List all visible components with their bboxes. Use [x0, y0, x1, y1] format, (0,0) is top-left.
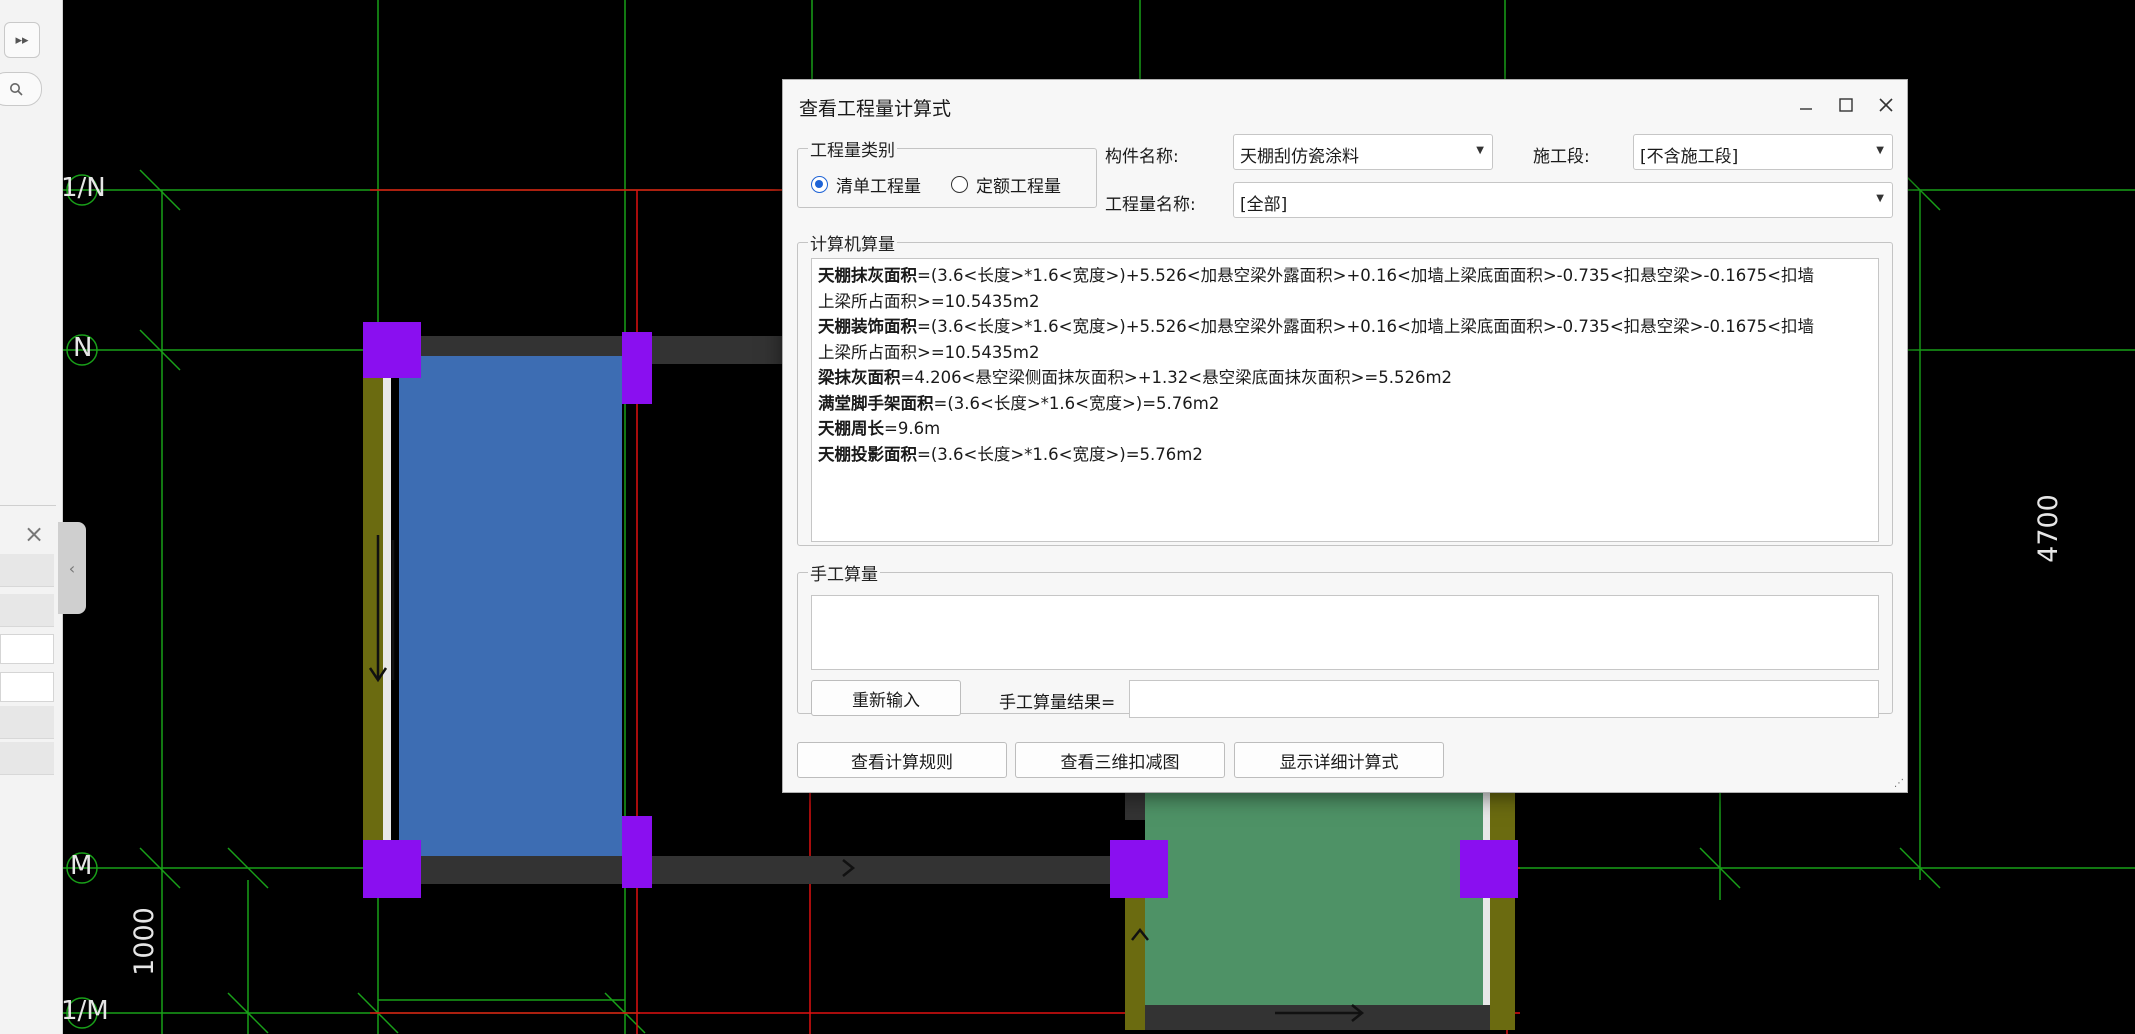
calc-line-name: 天棚周长 — [818, 419, 884, 438]
close-button[interactable] — [1871, 90, 1901, 120]
dialog-title: 查看工程量计算式 — [799, 98, 952, 120]
computer-calc-legend: 计算机算量 — [810, 235, 895, 255]
construction-stage-select[interactable]: [不含施工段] ▼ — [1633, 134, 1893, 170]
calc-line-name: 天棚投影面积 — [818, 444, 917, 464]
calc-line-formula: =(3.6<长度>*1.6<宽度>)=5.76m2 — [933, 393, 1220, 413]
calc-line: 天棚装饰面积=(3.6<长度>*1.6<宽度>)+5.526<加悬空梁外露面积>… — [818, 314, 1872, 365]
manual-result-field[interactable] — [1129, 680, 1879, 718]
resize-grip-icon[interactable]: ⋰ — [1894, 778, 1904, 789]
calc-line-name: 满堂脚手架面积 — [818, 393, 934, 413]
panel-collapse-tab[interactable]: ‹ — [58, 522, 86, 614]
double-chevron-right-icon: ▸▸ — [15, 32, 29, 48]
component-name-select[interactable]: 天棚刮仿瓷涂料 ▼ — [1233, 134, 1493, 170]
quantity-name-value: [全部] — [1240, 195, 1288, 215]
calc-line-name: 天棚装饰面积 — [818, 317, 917, 336]
panel-row[interactable] — [0, 594, 54, 627]
construction-stage-value: [不含施工段] — [1640, 147, 1739, 167]
computer-calc-text[interactable]: 天棚抹灰面积=(3.6<长度>*1.6<宽度>)+5.526<加悬空梁外露面积>… — [811, 258, 1879, 542]
calc-line: 满堂脚手架面积=(3.6<长度>*1.6<宽度>)=5.76m2 — [818, 391, 1872, 417]
radio-list-quantity[interactable]: 清单工程量 — [811, 172, 921, 197]
calc-line-formula: =4.206<悬空梁侧面抹灰面积>+1.32<悬空梁底面抹灰面积>=5.526m… — [900, 368, 1453, 387]
minimize-icon — [1800, 108, 1812, 110]
component-name-value: 天棚刮仿瓷涂料 — [1240, 147, 1359, 167]
quantity-name-select[interactable]: [全部] ▼ — [1233, 182, 1893, 218]
calc-line-continuation: 上梁所占面积>=10.5435m2 — [818, 291, 1040, 311]
quantity-type-legend: 工程量类别 — [810, 141, 895, 161]
show-detail-formula-button[interactable]: 显示详细计算式 — [1234, 742, 1444, 778]
panel-divider — [0, 505, 56, 506]
expand-button[interactable]: ▸▸ — [4, 22, 40, 58]
dialog-titlebar[interactable]: 查看工程量计算式 — [783, 80, 1907, 132]
view-rules-button[interactable]: 查看计算规则 — [797, 742, 1007, 778]
grid-label-1n: 1/N — [61, 173, 106, 203]
calc-line-formula: =9.6m — [884, 419, 941, 438]
calc-line-continuation: 上梁所占面积>=10.5435m2 — [818, 342, 1040, 362]
reenter-button[interactable]: 重新输入 — [811, 680, 961, 716]
maximize-button[interactable] — [1831, 90, 1861, 120]
dimension-1000: 1000 — [128, 907, 160, 976]
calc-line-name: 梁抹灰面积 — [818, 368, 901, 387]
radio-checked-icon — [811, 176, 828, 193]
view-3d-deduction-button[interactable]: 查看三维扣减图 — [1015, 742, 1225, 778]
calc-line: 天棚投影面积=(3.6<长度>*1.6<宽度>)=5.76m2 — [818, 442, 1872, 468]
chevron-left-icon: ‹ — [68, 558, 76, 578]
close-icon — [1879, 98, 1893, 112]
panel-row[interactable] — [0, 742, 54, 775]
manual-calc-input[interactable] — [811, 595, 1879, 670]
grid-label-n: N — [73, 333, 93, 363]
panel-field[interactable] — [0, 672, 54, 702]
manual-result-label: 手工算量结果= — [999, 693, 1116, 713]
grid-label-m: M — [70, 851, 93, 881]
component-name-label: 构件名称: — [1105, 147, 1179, 167]
construction-stage-label: 施工段: — [1533, 147, 1590, 167]
dropdown-arrow-icon: ▼ — [1876, 145, 1884, 156]
search-icon — [10, 83, 23, 96]
radio-unchecked-icon — [951, 176, 968, 193]
panel-row[interactable] — [0, 554, 54, 587]
maximize-icon — [1839, 98, 1853, 112]
radio-label: 清单工程量 — [836, 177, 921, 197]
calc-line: 天棚抹灰面积=(3.6<长度>*1.6<宽度>)+5.526<加悬空梁外露面积>… — [818, 263, 1872, 314]
calc-line-formula: =(3.6<长度>*1.6<宽度>)=5.76m2 — [917, 444, 1203, 464]
panel-row[interactable] — [0, 706, 54, 739]
calc-line-formula: =(3.6<长度>*1.6<宽度>)+5.526<加悬空梁外露面积>+0.16<… — [917, 266, 1815, 285]
minimize-button[interactable] — [1791, 90, 1821, 120]
dimension-4700: 4700 — [2032, 494, 2064, 563]
quantity-name-label: 工程量名称: — [1105, 195, 1196, 215]
left-panel: ▸▸ × — [0, 0, 63, 1034]
quantity-formula-dialog: 查看工程量计算式 工程量类别 清单工程量 定额工程量 构件名称: 天棚刮仿瓷涂料… — [782, 79, 1908, 793]
calc-line-name: 天棚抹灰面积 — [818, 266, 917, 285]
panel-field[interactable] — [0, 634, 54, 664]
manual-calc-legend: 手工算量 — [810, 565, 878, 585]
panel-close-icon[interactable]: × — [24, 520, 44, 548]
radio-label: 定额工程量 — [976, 177, 1061, 197]
calc-line: 梁抹灰面积=4.206<悬空梁侧面抹灰面积>+1.32<悬空梁底面抹灰面积>=5… — [818, 365, 1872, 391]
search-button[interactable] — [0, 72, 42, 106]
calc-line-formula: =(3.6<长度>*1.6<宽度>)+5.526<加悬空梁外露面积>+0.16<… — [917, 317, 1815, 336]
dropdown-arrow-icon: ▼ — [1476, 145, 1484, 156]
dropdown-arrow-icon: ▼ — [1876, 193, 1884, 204]
radio-quota-quantity[interactable]: 定额工程量 — [951, 172, 1061, 197]
calc-line: 天棚周长=9.6m — [818, 416, 1872, 442]
grid-label-1m: 1/M — [61, 996, 109, 1026]
